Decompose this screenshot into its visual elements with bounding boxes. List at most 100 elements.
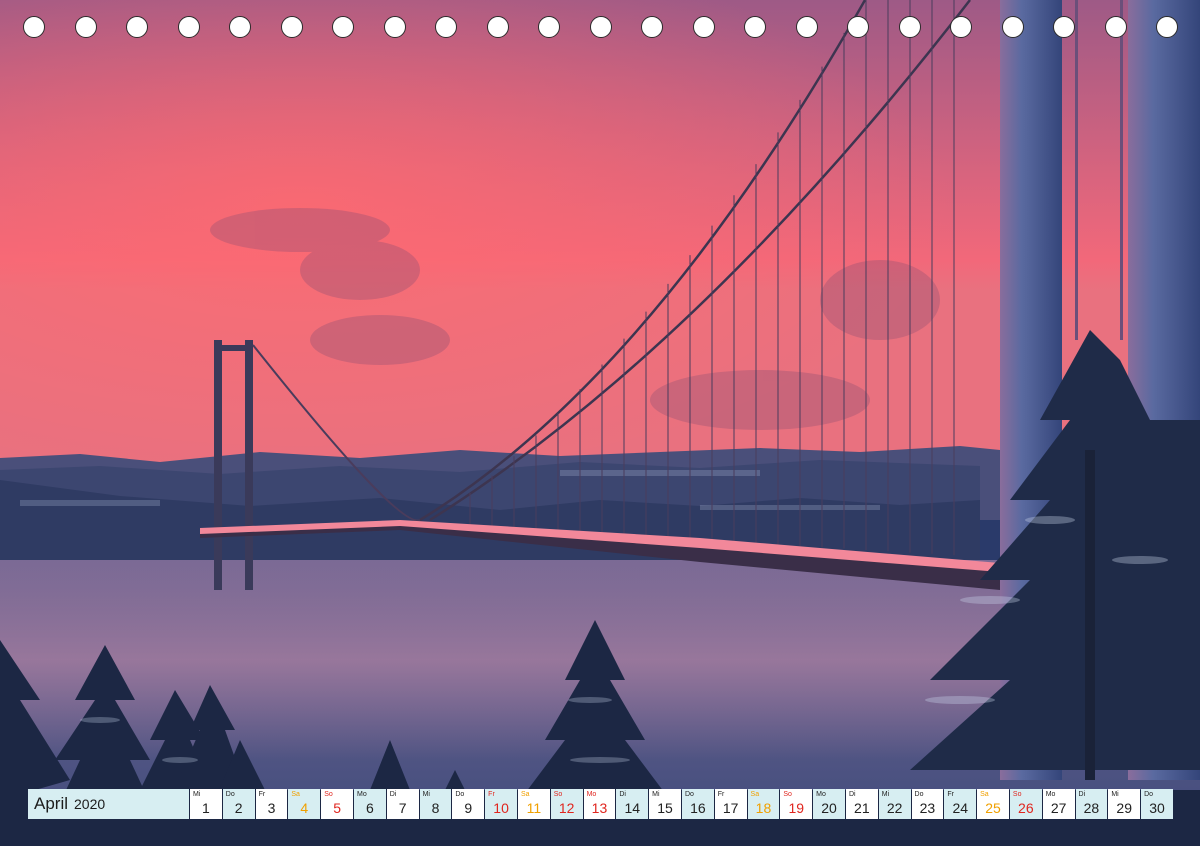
day-cell: So 19 [780, 789, 813, 819]
day-cell: So 26 [1009, 789, 1042, 819]
day-cell: Mi 22 [878, 789, 911, 819]
day-of-week: So [1012, 791, 1022, 798]
day-number: 27 [1050, 800, 1067, 816]
binding-hole [692, 16, 715, 38]
binding-hole [280, 16, 303, 38]
day-of-week: Fr [258, 791, 266, 798]
binding-hole [1104, 16, 1127, 38]
day-number: 1 [202, 800, 210, 816]
day-cell: Do 23 [911, 789, 944, 819]
binding-hole [126, 16, 148, 38]
day-number: 15 [657, 800, 673, 816]
day-cell: Mi 29 [1108, 789, 1141, 819]
day-number: 28 [1083, 800, 1100, 816]
day-number: 18 [755, 800, 772, 816]
day-number: 4 [300, 800, 309, 816]
day-of-week: Do [1144, 791, 1154, 798]
day-cell: Sa 4 [288, 789, 321, 819]
day-cell: Mo 13 [583, 789, 616, 819]
binding-hole [589, 16, 612, 38]
day-number: 8 [431, 800, 440, 816]
binding-hole [1156, 16, 1178, 38]
day-number: 12 [558, 800, 575, 816]
month-name: April [34, 794, 69, 813]
day-cell: Di 28 [1075, 789, 1108, 819]
binding-hole [383, 16, 406, 38]
day-of-week: Mo [816, 791, 826, 798]
day-number: 29 [1116, 800, 1132, 816]
day-cell: Mi 8 [419, 789, 452, 819]
day-number: 25 [985, 800, 1001, 816]
day-of-week: Sa [980, 791, 989, 798]
day-of-week: Do [684, 791, 694, 798]
day-number: 3 [267, 800, 276, 816]
day-number: 24 [952, 800, 969, 816]
day-number: 16 [690, 800, 706, 816]
binding-hole [641, 16, 663, 38]
day-of-week: Mi [422, 791, 430, 798]
day-cell: Do 2 [222, 789, 255, 819]
day-number: 10 [493, 800, 509, 816]
day-cell: Sa 25 [977, 789, 1009, 819]
day-cell: Mi 1 [190, 789, 222, 819]
day-of-week: Di [1078, 791, 1086, 798]
day-of-week: Mo [1045, 791, 1056, 798]
binding-hole [177, 16, 200, 38]
day-cell: Mo 6 [353, 789, 386, 819]
binding-hole [435, 16, 457, 38]
day-of-week: Mi [881, 791, 890, 798]
day-number: 11 [526, 800, 542, 816]
day-cell: Do 30 [1141, 789, 1173, 819]
day-cell: Fr 17 [714, 789, 747, 819]
day-of-week: Di [619, 791, 626, 798]
day-of-week: Di [848, 791, 856, 798]
calendar-strip: April 2020 Mi 1 Do 2 Fr 3 Sa 4 So 5 Mo 6 Di 7 Mi 8 Do 9 Fr… [28, 789, 1173, 819]
day-of-week: Do [455, 791, 465, 798]
binding-hole [1053, 16, 1075, 38]
day-of-week: Mi [652, 791, 660, 798]
day-cell: Mi 15 [649, 789, 681, 819]
day-of-week: Mi [193, 791, 201, 798]
day-of-week: So [783, 791, 792, 798]
calendar-photo [0, 0, 1200, 846]
day-of-week: So [324, 791, 333, 798]
day-number: 6 [365, 800, 374, 816]
binding-hole [795, 16, 818, 38]
day-cell: Mo 27 [1042, 789, 1075, 819]
day-number: 5 [333, 800, 341, 816]
day-number: 19 [788, 800, 805, 816]
day-cell: Di 14 [616, 789, 649, 819]
day-number: 20 [821, 800, 837, 816]
day-number: 22 [886, 800, 903, 816]
binding-hole [744, 16, 766, 38]
month-label: April 2020 [28, 789, 189, 819]
day-of-week: Sa [520, 791, 530, 798]
binding-hole [538, 16, 560, 38]
day-of-week: Do [225, 791, 235, 798]
day-of-week: Fr [717, 791, 725, 798]
day-cell: Do 9 [452, 789, 485, 819]
binding-hole [486, 16, 509, 38]
binding-hole [1001, 16, 1024, 38]
day-cell: Fr 10 [485, 789, 517, 819]
day-of-week: Fr [488, 791, 495, 798]
binding-hole [332, 16, 354, 38]
day-cell: So 12 [550, 789, 583, 819]
day-cell: Sa 18 [747, 789, 780, 819]
day-number: 17 [722, 800, 739, 816]
day-of-week: Mo [586, 791, 597, 798]
day-cell: Di 7 [386, 789, 419, 819]
day-of-week: Do [914, 791, 924, 798]
day-cell: Fr 3 [255, 789, 288, 819]
day-of-week: Sa [750, 791, 760, 798]
day-number: 9 [464, 800, 473, 816]
day-cell: Mo 20 [813, 789, 845, 819]
day-of-week: Fr [947, 791, 954, 798]
day-number: 7 [398, 800, 407, 816]
binding-hole [847, 16, 869, 38]
day-cell: So 5 [321, 789, 353, 819]
day-cell: Fr 24 [944, 789, 977, 819]
day-of-week: Di [389, 791, 397, 798]
day-cell: Do 16 [681, 789, 714, 819]
day-number: 21 [854, 800, 870, 816]
